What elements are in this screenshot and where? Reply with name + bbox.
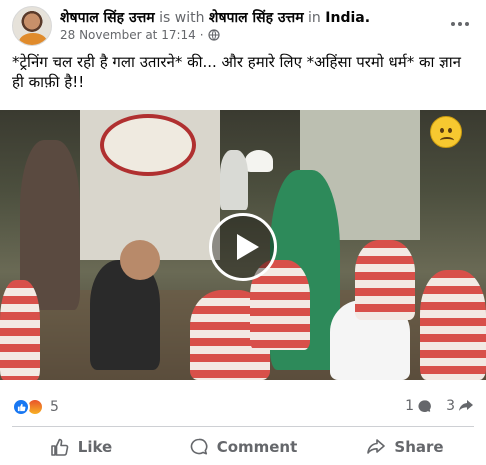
comment-label: Comment bbox=[216, 438, 298, 456]
comments-count-link[interactable]: 1 bbox=[405, 398, 432, 414]
comment-icon bbox=[190, 438, 208, 455]
share-label: Share bbox=[394, 438, 444, 456]
reactions-summary[interactable]: 5 bbox=[12, 398, 59, 416]
share-button[interactable]: Share bbox=[324, 430, 486, 464]
share-icon bbox=[367, 439, 386, 454]
shares-count: 3 bbox=[446, 398, 455, 414]
video-player[interactable] bbox=[0, 110, 486, 380]
author-name[interactable]: शेषपाल सिंह उत्तम bbox=[60, 10, 155, 26]
post-header: शेषपाल सिंह उत्तम is with शेषपाल सिंह उत… bbox=[0, 0, 486, 48]
play-icon[interactable] bbox=[209, 213, 277, 281]
with-text: is with bbox=[159, 10, 205, 26]
post-actions: Like Comment Share bbox=[0, 430, 486, 464]
sad-face-emoji bbox=[430, 116, 462, 148]
like-reaction-icon bbox=[12, 398, 30, 416]
post-timestamp[interactable]: 28 November at 17:14 bbox=[60, 28, 196, 42]
actions-divider bbox=[12, 426, 474, 427]
more-icon[interactable] bbox=[448, 14, 472, 34]
comments-count: 1 bbox=[405, 398, 415, 414]
shares-count-link[interactable]: 3 bbox=[446, 398, 474, 414]
video-logo bbox=[100, 114, 196, 176]
reactions-count: 5 bbox=[50, 399, 59, 415]
tagged-name[interactable]: शेषपाल सिंह उत्तम bbox=[209, 10, 304, 26]
like-button[interactable]: Like bbox=[0, 430, 162, 464]
like-label: Like bbox=[77, 438, 113, 456]
post-stats: 5 1 3 bbox=[0, 392, 486, 422]
share-count-icon bbox=[459, 400, 473, 411]
like-icon bbox=[50, 438, 69, 456]
comment-button[interactable]: Comment bbox=[162, 430, 324, 464]
meta-separator: · bbox=[199, 28, 204, 42]
post-meta: 28 November at 17:14 · bbox=[60, 28, 220, 42]
location-name[interactable]: India. bbox=[325, 10, 370, 26]
globe-icon bbox=[208, 29, 220, 41]
post-author-line: शेषपाल सिंह उत्तम is with शेषपाल सिंह उत… bbox=[60, 8, 370, 27]
comment-count-icon bbox=[418, 399, 431, 412]
in-text: in bbox=[308, 10, 321, 26]
post-text: *ट्रेनिंग चल रही है गला उतारने* की... और… bbox=[12, 53, 461, 91]
author-avatar[interactable] bbox=[12, 6, 52, 46]
